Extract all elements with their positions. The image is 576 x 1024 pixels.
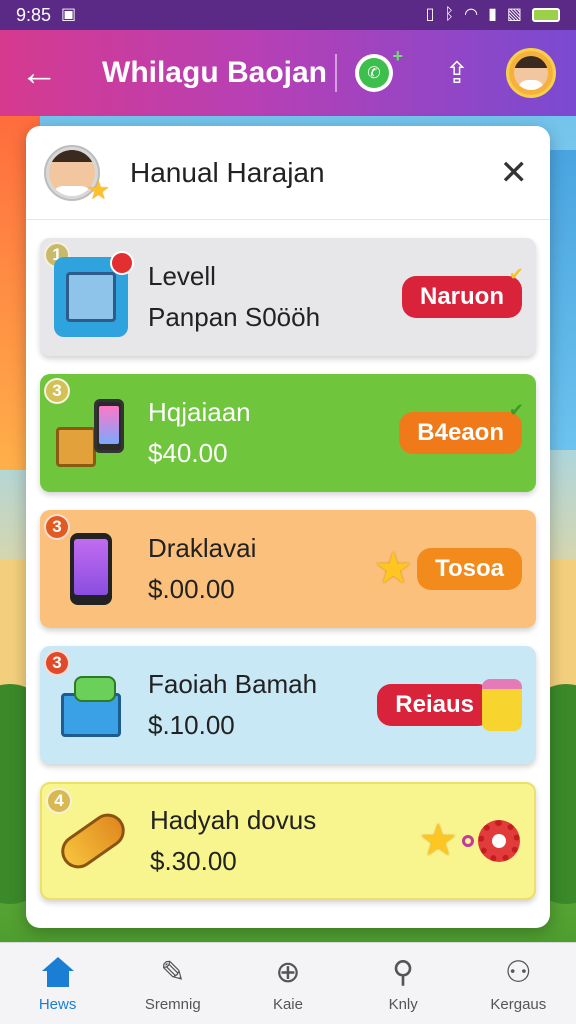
nav-label: Kaie bbox=[272, 996, 303, 1013]
notification-icon: ▣ bbox=[61, 6, 77, 23]
no-entry-icon bbox=[110, 251, 134, 275]
star-icon: ★ bbox=[373, 544, 414, 593]
item-name: Draklavai bbox=[148, 533, 257, 563]
item-action-button[interactable]: B4eaon bbox=[399, 412, 522, 454]
item-price: $.10.00 bbox=[148, 710, 235, 740]
star-icon: ★ bbox=[418, 816, 458, 865]
item-name: Levell bbox=[148, 261, 216, 291]
item-name: Hqjaiaan bbox=[148, 397, 251, 427]
nav-label: Kergaus bbox=[490, 996, 547, 1013]
status-time: 9:85 bbox=[16, 4, 52, 25]
card-title: Hanual Harajan bbox=[130, 156, 325, 188]
list-item[interactable]: 1 Levell Panpan S0ööh Naruon ✔ bbox=[40, 238, 536, 356]
vibrate-icon: ▯ bbox=[425, 6, 435, 23]
item-price: $.30.00 bbox=[150, 846, 237, 876]
nav-label: Sremnig bbox=[144, 996, 201, 1013]
nav-item-home[interactable]: Hews bbox=[8, 954, 108, 1013]
item-name: Hadyah dovus bbox=[150, 805, 317, 835]
edit-icon: ✎ bbox=[160, 955, 186, 989]
item-action-button[interactable]: Naruon bbox=[402, 276, 522, 318]
check-icon: ✔ bbox=[508, 264, 524, 284]
basket-phone-thumbnail bbox=[54, 393, 128, 473]
microphone-thumbnail bbox=[54, 801, 132, 881]
item-name: Faoiah Bamah bbox=[148, 669, 318, 699]
cabinet-thumbnail bbox=[54, 251, 134, 337]
add-circle-icon: ⊕ bbox=[275, 955, 301, 989]
bluetooth-icon: ᛒ bbox=[444, 6, 455, 23]
list-item[interactable]: 3 Faoiah Bamah $.10.00 Reiaus bbox=[40, 646, 536, 764]
item-action-button[interactable]: Reiaus bbox=[377, 684, 492, 726]
list-item[interactable]: 3 Draklavai $.00.00 ★ Tosoa bbox=[40, 510, 536, 628]
battery-icon bbox=[532, 8, 560, 22]
nav-item-profile[interactable]: ⚇ Kergaus bbox=[468, 954, 568, 1014]
check-icon: ✔ bbox=[508, 400, 524, 420]
nav-item-add[interactable]: ⊕ Kaie bbox=[238, 954, 338, 1014]
profile-avatar-icon[interactable] bbox=[506, 48, 556, 98]
user-icon: ⚇ bbox=[504, 955, 532, 989]
nav-label: Hews bbox=[38, 996, 77, 1013]
harajan-card: ★ Hanual Harajan ✕ 1 Levell Panpan S0ööh… bbox=[26, 126, 550, 928]
item-action-button[interactable]: Tosoa bbox=[417, 548, 522, 590]
crate-thumbnail bbox=[54, 665, 128, 745]
home-icon bbox=[40, 954, 76, 990]
user-avatar: ★ bbox=[44, 144, 110, 203]
nav-item-search[interactable]: ⚲ Knly bbox=[353, 954, 453, 1014]
nfc-icon: ▧ bbox=[506, 6, 522, 23]
share-icon[interactable]: ⇪ bbox=[437, 53, 477, 93]
back-button[interactable]: ← bbox=[20, 54, 72, 92]
status-bar: 9:85 ▣ ▯ ᛒ ◠ ▮ ▧ bbox=[0, 0, 576, 30]
close-icon[interactable]: ✕ bbox=[500, 156, 529, 190]
list-item[interactable]: 4 Hadyah dovus $.30.00 ★ bbox=[40, 782, 536, 900]
signal-icon: ▮ bbox=[488, 6, 497, 23]
star-icon: ★ bbox=[86, 174, 110, 205]
gear-icon[interactable] bbox=[478, 820, 520, 862]
header-divider bbox=[335, 54, 337, 92]
arrow-left-icon: ← bbox=[20, 52, 58, 94]
item-list: 1 Levell Panpan S0ööh Naruon ✔ 3 Hqjaiaa… bbox=[26, 220, 550, 900]
phone-thumbnail bbox=[54, 529, 128, 609]
app-header: ← Whilagu Baojan ✆ + ⇪ bbox=[0, 30, 576, 116]
bottom-navigation: Hews ✎ Sremnig ⊕ Kaie ⚲ Knly ⚇ Kergaus bbox=[0, 942, 576, 1024]
whatsapp-icon[interactable]: ✆ + bbox=[355, 46, 403, 92]
jar-icon bbox=[482, 679, 522, 731]
dot-icon bbox=[462, 835, 474, 847]
nav-item-edit[interactable]: ✎ Sremnig bbox=[123, 954, 223, 1014]
search-icon: ⚲ bbox=[392, 955, 415, 989]
nav-label: Knly bbox=[388, 996, 418, 1013]
item-price: $.00.00 bbox=[148, 574, 235, 604]
list-item[interactable]: 3 Hqjaiaan $40.00 B4eaon ✔ bbox=[40, 374, 536, 492]
card-header: ★ Hanual Harajan ✕ bbox=[26, 126, 550, 220]
wifi-icon: ◠ bbox=[464, 6, 479, 23]
item-price: Panpan S0ööh bbox=[148, 302, 321, 332]
item-price: $40.00 bbox=[148, 438, 228, 468]
app-title: Whilagu Baojan bbox=[102, 56, 327, 89]
